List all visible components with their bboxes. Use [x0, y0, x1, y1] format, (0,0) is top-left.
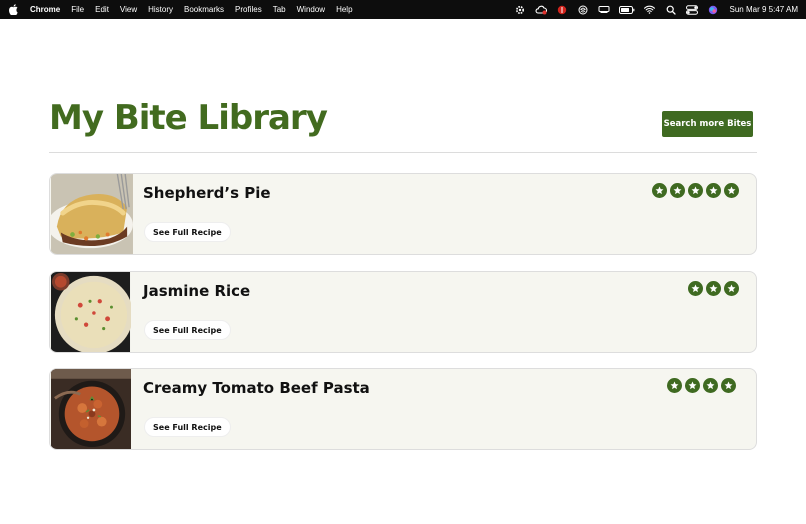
red-app-icon[interactable]: [556, 4, 568, 16]
star-icon: [670, 183, 685, 198]
star-rating: [667, 378, 736, 393]
menu-file[interactable]: File: [71, 5, 84, 14]
search-icon[interactable]: [665, 4, 677, 16]
title-divider: [49, 152, 757, 153]
shepherds-pie-photo: [50, 174, 133, 254]
menu-tab[interactable]: Tab: [273, 5, 286, 14]
star-icon: [703, 378, 718, 393]
star-icon: [652, 183, 667, 198]
star-icon: [724, 281, 739, 296]
recipe-card: Jasmine Rice See Full Recipe: [49, 271, 757, 353]
recipe-card: Shepherd’s Pie See Full Recipe: [49, 173, 757, 255]
jasmine-rice-photo: [50, 272, 131, 352]
star-icon: [667, 378, 682, 393]
layers-icon[interactable]: [577, 4, 589, 16]
creative-cloud-icon[interactable]: [535, 4, 547, 16]
menu-bookmarks[interactable]: Bookmarks: [184, 5, 224, 14]
search-more-bites-button[interactable]: Search more Bites: [662, 111, 753, 137]
gear-icon[interactable]: [514, 4, 526, 16]
menu-history[interactable]: History: [148, 5, 173, 14]
see-full-recipe-button[interactable]: See Full Recipe: [144, 320, 231, 340]
wifi-icon[interactable]: [644, 4, 656, 16]
creamy-tomato-beef-pasta-photo: [51, 369, 131, 449]
page-title: My Bite Library: [49, 98, 328, 138]
recipe-card: Creamy Tomato Beef Pasta See Full Recipe: [49, 368, 757, 450]
apple-icon[interactable]: [8, 4, 18, 16]
star-icon: [721, 378, 736, 393]
see-full-recipe-button[interactable]: See Full Recipe: [144, 222, 231, 242]
recipe-name[interactable]: Creamy Tomato Beef Pasta: [143, 379, 370, 397]
star-icon: [685, 378, 700, 393]
star-rating: [652, 183, 739, 198]
menu-bar: Chrome File Edit View History Bookmarks …: [0, 0, 806, 19]
star-rating: [688, 281, 739, 296]
recipe-name[interactable]: Shepherd’s Pie: [143, 184, 271, 202]
menu-window[interactable]: Window: [297, 5, 325, 14]
menu-help[interactable]: Help: [336, 5, 352, 14]
siri-icon[interactable]: [707, 4, 719, 16]
star-icon: [688, 281, 703, 296]
page-content: My Bite Library Search more Bites Shephe…: [0, 19, 806, 524]
star-icon: [706, 183, 721, 198]
see-full-recipe-button[interactable]: See Full Recipe: [144, 417, 231, 437]
star-icon: [706, 281, 721, 296]
menu-view[interactable]: View: [120, 5, 137, 14]
display-icon[interactable]: [598, 4, 610, 16]
recipe-name[interactable]: Jasmine Rice: [143, 282, 250, 300]
star-icon: [724, 183, 739, 198]
menu-profiles[interactable]: Profiles: [235, 5, 262, 14]
battery-icon[interactable]: [618, 4, 635, 16]
control-center-icon[interactable]: [685, 4, 698, 16]
menu-edit[interactable]: Edit: [95, 5, 109, 14]
clock[interactable]: Sun Mar 9 5:47 AM: [730, 5, 798, 14]
menu-app-name[interactable]: Chrome: [30, 5, 60, 14]
star-icon: [688, 183, 703, 198]
